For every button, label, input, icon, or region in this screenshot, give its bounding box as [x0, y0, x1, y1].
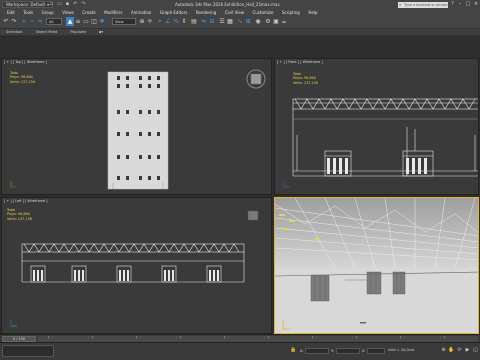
menu-tools[interactable]: Tools: [23, 10, 33, 15]
timeline-tick: [356, 336, 357, 338]
menu-help[interactable]: Help: [308, 10, 317, 15]
timeline-tick: [312, 336, 313, 338]
z-coord-label: Z:: [362, 349, 366, 353]
search-placeholder: Type a keyword or phrase: [404, 2, 448, 7]
rendered-frame-icon[interactable]: ▣: [272, 17, 280, 26]
pivot-center-icon[interactable]: ⊕: [138, 17, 146, 26]
menu-scripting[interactable]: Scripting: [282, 10, 300, 15]
named-selection-icon[interactable]: ▤: [190, 17, 198, 26]
menu-edit[interactable]: Edit: [7, 10, 15, 15]
mirror-icon[interactable]: ⇋: [200, 17, 208, 26]
y-coord-label: Y:: [331, 349, 334, 353]
select-object-icon[interactable]: ▲: [66, 17, 74, 26]
reference-coord-value: View: [115, 20, 124, 24]
menu-create[interactable]: Create: [82, 10, 95, 15]
rectangular-selection-icon[interactable]: ▭: [82, 17, 90, 26]
viewport-top[interactable]: [ + ] [ Top ] [ Wireframe ] Total Polys:…: [1, 58, 272, 195]
ribbon-tab-selection[interactable]: Selection: [6, 30, 23, 34]
orbit-icon[interactable]: ⟳: [456, 347, 463, 354]
new-file-icon[interactable]: ▫: [48, 1, 55, 8]
menu-animation[interactable]: Animation: [131, 10, 151, 15]
render-production-icon[interactable]: ☕: [280, 17, 288, 26]
menu-modifiers[interactable]: Modifiers: [104, 10, 122, 15]
window-crossing-icon[interactable]: ◫: [90, 17, 98, 26]
viewport-left[interactable]: [ + ] [ Left ] [ Wireframe ] Total Polys…: [1, 197, 272, 334]
ribbon-tab-object-paint[interactable]: Object Paint: [36, 30, 58, 34]
workspace-label: Workspace: Default: [6, 2, 46, 7]
open-file-icon[interactable]: ▭: [56, 1, 63, 8]
undo-icon[interactable]: ↶: [2, 17, 10, 26]
ribbon: Selection Object Paint Populate ▪▾: [0, 29, 480, 36]
material-editor-icon[interactable]: ◉: [254, 17, 262, 26]
frame-counter: 0 / 100: [13, 337, 25, 341]
lock-selection-icon[interactable]: 🔒: [290, 347, 297, 354]
timeline-tick: [444, 336, 445, 338]
zoom-icon[interactable]: ⊕: [440, 347, 447, 354]
graphite-ribbon-icon[interactable]: ▦: [226, 17, 234, 26]
x-coord-field[interactable]: [305, 348, 329, 354]
spinner-snap-icon[interactable]: ⇕: [180, 17, 188, 26]
search-icon: ⌕: [399, 1, 402, 7]
link-icon[interactable]: ∞: [20, 17, 28, 26]
maximize-viewport-icon[interactable]: ◱: [472, 347, 479, 354]
menu-rendering[interactable]: Rendering: [196, 10, 216, 15]
menu-group[interactable]: Group: [42, 10, 54, 15]
timeline-tick: [136, 336, 137, 338]
grid-size: Grid = 10,0cm: [388, 348, 415, 352]
unlink-icon[interactable]: ⌁: [28, 17, 36, 26]
y-coord-field[interactable]: [336, 348, 360, 354]
reference-coord-dropdown[interactable]: View: [112, 18, 136, 25]
viewport-area: [ + ] [ Top ] [ Wireframe ] Total Polys:…: [0, 36, 480, 334]
ribbon-tab-populate[interactable]: Populate: [70, 30, 86, 34]
menu-views[interactable]: Views: [62, 10, 74, 15]
select-manipulate-icon[interactable]: ✛: [146, 17, 154, 26]
left-view-geometry: [10, 210, 259, 327]
curve-editor-icon[interactable]: ∿: [236, 17, 244, 26]
angle-snap-icon[interactable]: ∠: [164, 17, 172, 26]
ribbon-options-icon[interactable]: ▪▾: [99, 30, 103, 34]
menu-customize[interactable]: Customize: [253, 10, 274, 15]
z-coord-field[interactable]: [367, 348, 385, 354]
selection-filter-dropdown[interactable]: All: [46, 18, 62, 25]
x-coord-label: X:: [300, 349, 304, 353]
timeline-tick: [180, 336, 181, 338]
close-button[interactable]: ×: [471, 0, 480, 9]
select-by-name-icon[interactable]: ≡: [74, 17, 82, 26]
undo-icon[interactable]: ↶: [72, 1, 79, 8]
timeline-tick: [48, 336, 49, 338]
pan-icon[interactable]: ✋: [448, 347, 455, 354]
align-icon[interactable]: ⊟: [208, 17, 216, 26]
selection-filter-value: All: [49, 20, 54, 24]
viewport-front[interactable]: [ + ] [ Front ] [ Wireframe ] Total Poly…: [274, 58, 479, 195]
timeline-tick: [268, 336, 269, 338]
menu-graph-editors[interactable]: Graph Editors: [160, 10, 187, 15]
bind-space-warp-icon[interactable]: ≈: [36, 17, 44, 26]
front-view-geometry: [283, 98, 478, 188]
timeline-tick: [92, 336, 93, 338]
status-bar: 🔒 X: Y: Z: Grid = 10,0cm ⊕ ✋ ⟳ ▶ ◱: [0, 342, 480, 360]
title-bar: Workspace: Default ▾ ▫ ▭ ▪ ↶ ↷ Autodesk …: [0, 0, 480, 9]
top-view-geometry: [10, 69, 266, 190]
menu-civil-view[interactable]: Civil View: [225, 10, 244, 15]
move-icon[interactable]: ✥: [98, 17, 106, 26]
redo-icon[interactable]: ↷: [80, 1, 87, 8]
time-slider-bar: 0 / 100: [0, 334, 480, 342]
viewport-perspective[interactable]: [ + ] [ Perspective ] [ Realistic ]: [274, 197, 479, 334]
maxscript-listener[interactable]: [2, 345, 54, 357]
redo-icon[interactable]: ↷: [10, 17, 18, 26]
timeline-tick: [224, 336, 225, 338]
app-title: Autodesk 3ds Max 2016 Exhibition_Hall_25…: [175, 2, 280, 7]
perspective-render: [275, 198, 478, 333]
layer-manager-icon[interactable]: ☰: [218, 17, 226, 26]
search-input[interactable]: ⌕ Type a keyword or phrase: [398, 1, 448, 8]
workspace-selector[interactable]: Workspace: Default ▾: [2, 1, 54, 8]
save-icon[interactable]: ▪: [64, 1, 71, 8]
snaps-toggle-icon[interactable]: ⌖: [156, 17, 164, 26]
main-toolbar: ↶ ↷ ∞ ⌁ ≈ All ▲ ≡ ▭ ◫ ✥ View ⊕ ✛ ⌖ ∠ % ⇕…: [0, 15, 480, 29]
timeline-tick: [400, 336, 401, 338]
percent-snap-icon[interactable]: %: [172, 17, 180, 26]
schematic-view-icon[interactable]: ⊞: [244, 17, 252, 26]
field-of-view-icon[interactable]: ▶: [464, 347, 471, 354]
render-setup-icon[interactable]: ⚙: [264, 17, 272, 26]
